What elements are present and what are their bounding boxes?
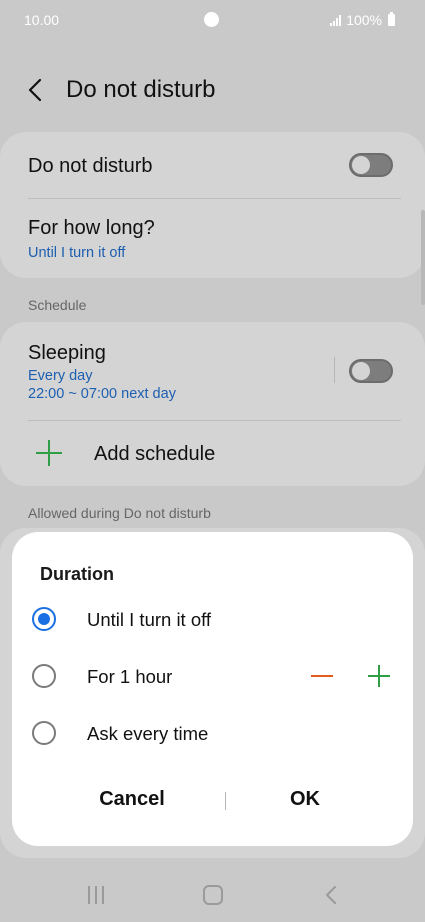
- option-label: For 1 hour: [87, 666, 173, 687]
- radio-for-hour[interactable]: [32, 664, 56, 688]
- schedule-item-time: 22:00 ~ 07:00 next day: [28, 386, 176, 402]
- back-arrow-icon[interactable]: [26, 78, 48, 102]
- toggle-knob: [352, 362, 370, 380]
- add-schedule-button[interactable]: Add schedule: [0, 421, 425, 486]
- radio-ask-every-time[interactable]: [32, 721, 56, 745]
- app-header: Do not disturb: [0, 64, 425, 116]
- schedule-item-sleeping[interactable]: Sleeping Every day 22:00 ~ 07:00 next da…: [0, 322, 320, 420]
- radio-until-off[interactable]: [32, 607, 56, 631]
- duration-row-title: For how long?: [28, 217, 155, 239]
- status-right: 100%: [330, 12, 395, 28]
- duration-row-value: Until I turn it off: [28, 245, 126, 261]
- page-title: Do not disturb: [66, 76, 216, 103]
- toggle-knob: [352, 156, 370, 174]
- duration-dialog: Duration Until I turn it off For 1 hour …: [12, 532, 413, 846]
- signal-icon: [330, 14, 342, 26]
- dialog-title: Duration: [40, 564, 114, 584]
- back-icon[interactable]: [324, 885, 338, 905]
- schedule-item-days: Every day: [28, 368, 93, 384]
- allowed-section-label: Allowed during Do not disturb: [28, 505, 211, 521]
- recent-apps-icon[interactable]: [88, 886, 104, 904]
- status-time: 10.00: [24, 12, 60, 28]
- battery-level: 100%: [346, 12, 382, 28]
- home-icon[interactable]: [203, 885, 223, 905]
- status-bar: 10.00 100%: [0, 0, 425, 40]
- option-ask-every-time[interactable]: Ask every time: [12, 708, 413, 758]
- duration-row[interactable]: For how long? Until I turn it off: [0, 199, 425, 278]
- option-for-hour[interactable]: For 1 hour: [12, 651, 413, 701]
- sleeping-toggle[interactable]: [349, 359, 393, 383]
- plus-icon: [36, 440, 62, 466]
- dnd-card: Do not disturb For how long? Until I tur…: [0, 132, 425, 278]
- schedule-section-label: Schedule: [28, 297, 87, 313]
- navigation-bar: [0, 872, 425, 922]
- screen: 10.00 100% Do not disturb Do not disturb…: [0, 0, 425, 922]
- scrollbar[interactable]: [421, 210, 425, 305]
- option-label: Ask every time: [87, 723, 209, 744]
- dnd-toggle[interactable]: [349, 153, 393, 177]
- vertical-separator: [334, 357, 335, 383]
- add-schedule-label: Add schedule: [94, 443, 216, 465]
- cancel-button[interactable]: Cancel: [52, 788, 212, 811]
- dnd-toggle-label: Do not disturb: [28, 155, 153, 177]
- minus-icon[interactable]: [311, 675, 333, 677]
- option-label: Until I turn it off: [87, 609, 212, 630]
- schedule-card: Sleeping Every day 22:00 ~ 07:00 next da…: [0, 322, 425, 486]
- plus-icon[interactable]: [368, 665, 390, 687]
- schedule-item-title: Sleeping: [28, 342, 106, 364]
- battery-icon: [388, 12, 395, 26]
- option-until-off[interactable]: Until I turn it off: [12, 594, 413, 644]
- camera-cutout: [204, 12, 219, 27]
- ok-button[interactable]: OK: [225, 788, 385, 811]
